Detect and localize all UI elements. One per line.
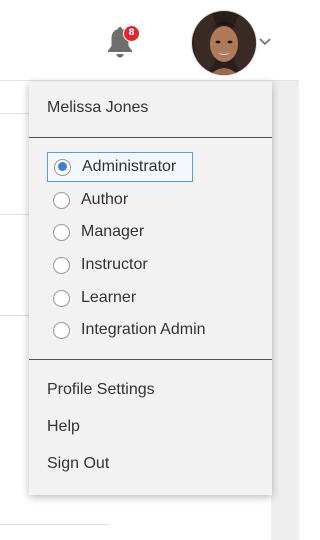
user-name: Melissa Jones	[47, 99, 149, 116]
avatar-image	[192, 11, 256, 75]
background-divider	[0, 315, 29, 316]
radio-icon[interactable]	[53, 191, 70, 209]
role-option-manager[interactable]: Manager	[53, 218, 144, 246]
background-divider	[0, 113, 29, 114]
background-divider	[0, 214, 29, 215]
avatar[interactable]	[191, 10, 257, 76]
role-label: Learner	[81, 289, 137, 306]
page-background	[271, 81, 299, 540]
role-option-instructor[interactable]: Instructor	[53, 251, 148, 279]
role-option-learner[interactable]: Learner	[53, 284, 136, 312]
background-divider	[0, 524, 110, 525]
top-bar: 8	[0, 0, 299, 81]
role-label: Integration Admin	[81, 321, 206, 338]
notifications-button[interactable]: 8	[104, 24, 140, 60]
help-link[interactable]: Help	[47, 418, 80, 436]
menu-divider	[29, 359, 272, 360]
role-option-integration-admin[interactable]: Integration Admin	[53, 316, 206, 344]
radio-icon[interactable]	[53, 223, 70, 241]
radio-icon[interactable]	[53, 256, 70, 274]
radio-icon[interactable]	[53, 321, 70, 339]
role-label: Instructor	[81, 256, 148, 273]
role-label: Author	[81, 191, 129, 208]
notification-badge: 8	[123, 25, 140, 42]
role-label: Administrator	[82, 158, 177, 175]
role-option-administrator[interactable]: Administrator	[47, 152, 193, 182]
radio-icon[interactable]	[53, 289, 70, 307]
radio-selected-icon[interactable]	[54, 158, 71, 176]
sign-out-link[interactable]: Sign Out	[47, 455, 109, 473]
user-menu-dropdown: Melissa Jones Administrator Author Manag…	[29, 82, 272, 495]
menu-divider	[29, 137, 272, 138]
profile-settings-link[interactable]: Profile Settings	[47, 381, 155, 399]
role-label: Manager	[81, 223, 145, 240]
chevron-down-icon[interactable]	[258, 37, 272, 47]
role-option-author[interactable]: Author	[53, 186, 128, 214]
